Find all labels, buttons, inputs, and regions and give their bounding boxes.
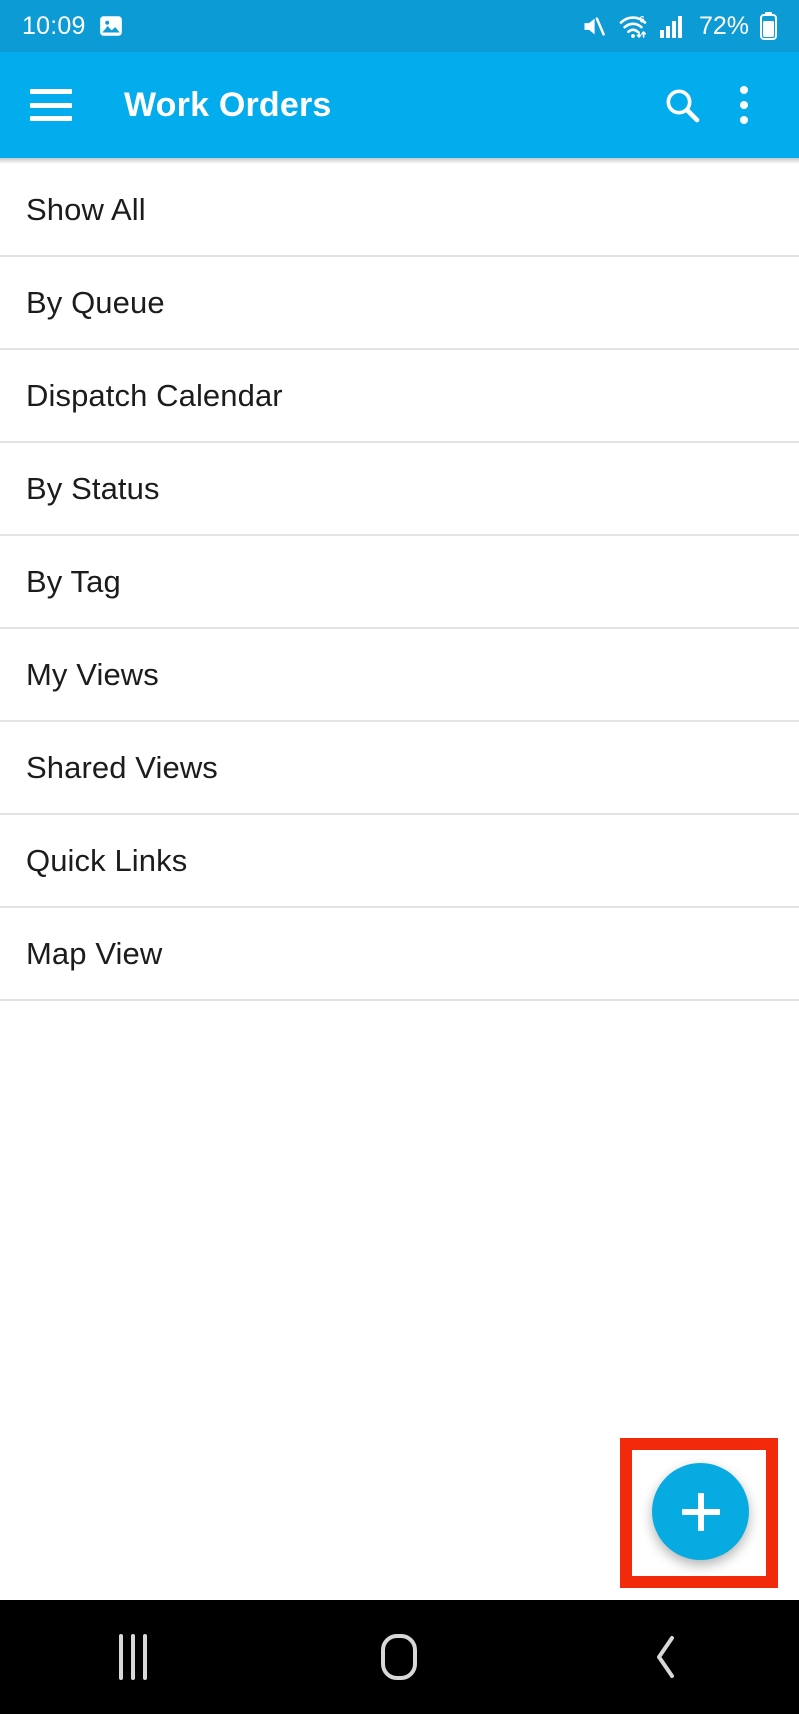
hamburger-bar: [30, 116, 72, 121]
recents-button[interactable]: [58, 1600, 208, 1714]
recents-icon: [119, 1634, 148, 1680]
list-item-label: Shared Views: [26, 749, 218, 785]
recents-bar: [143, 1634, 148, 1680]
page-title: Work Orders: [124, 85, 332, 124]
battery-percentage: 72%: [698, 11, 749, 40]
app-bar: Work Orders: [0, 52, 799, 158]
list-item-by-tag[interactable]: By Tag: [0, 536, 799, 629]
list-item-shared-views[interactable]: Shared Views: [0, 722, 799, 815]
list-item-quick-links[interactable]: Quick Links: [0, 815, 799, 908]
overflow-menu-button[interactable]: [713, 74, 775, 136]
list-item-label: By Tag: [26, 563, 121, 599]
search-button[interactable]: [651, 74, 713, 136]
list-item-label: Quick Links: [26, 842, 188, 878]
hamburger-bar: [30, 89, 72, 94]
overflow-dot: [740, 101, 748, 109]
list-item-label: By Status: [26, 470, 160, 506]
back-icon: [649, 1632, 683, 1682]
cellular-signal-icon: [659, 14, 686, 39]
hamburger-bar: [30, 102, 72, 108]
status-bar-left: 10:09: [22, 13, 124, 39]
add-work-order-fab[interactable]: [652, 1463, 749, 1560]
battery-icon: [760, 12, 777, 40]
list-item-by-queue[interactable]: By Queue: [0, 257, 799, 350]
list-item-dispatch-calendar[interactable]: Dispatch Calendar: [0, 350, 799, 443]
list-item-map-view[interactable]: Map View: [0, 908, 799, 1001]
list-item-label: Show All: [26, 191, 146, 227]
status-bar-right: 6 72%: [580, 12, 777, 40]
plus-icon: [681, 1492, 720, 1531]
list-item-label: My Views: [26, 656, 159, 692]
overflow-dot: [740, 116, 748, 124]
list-item-label: Map View: [26, 935, 163, 971]
status-clock: 10:09: [22, 11, 86, 40]
search-icon: [662, 85, 702, 125]
list-item-label: By Queue: [26, 284, 165, 320]
volume-mute-icon: [580, 13, 607, 40]
list-item-show-all[interactable]: Show All: [0, 164, 799, 257]
hamburger-menu-icon[interactable]: [30, 89, 72, 121]
svg-text:6: 6: [639, 14, 644, 24]
system-navigation-bar: [0, 1600, 799, 1714]
wifi-6-icon: 6: [618, 13, 648, 40]
list-item-label: Dispatch Calendar: [26, 377, 283, 413]
status-bar: 10:09 6 72%: [0, 0, 799, 52]
list-item-my-views[interactable]: My Views: [0, 629, 799, 722]
list-item-by-status[interactable]: By Status: [0, 443, 799, 536]
back-button[interactable]: [591, 1600, 741, 1714]
home-icon: [381, 1634, 418, 1680]
recents-bar: [131, 1634, 136, 1680]
overflow-dot: [740, 86, 748, 94]
home-button[interactable]: [324, 1600, 474, 1714]
recents-bar: [119, 1634, 124, 1680]
work-order-view-list: Show All By Queue Dispatch Calendar By S…: [0, 164, 799, 1001]
image-thumbnail-icon: [98, 13, 124, 39]
